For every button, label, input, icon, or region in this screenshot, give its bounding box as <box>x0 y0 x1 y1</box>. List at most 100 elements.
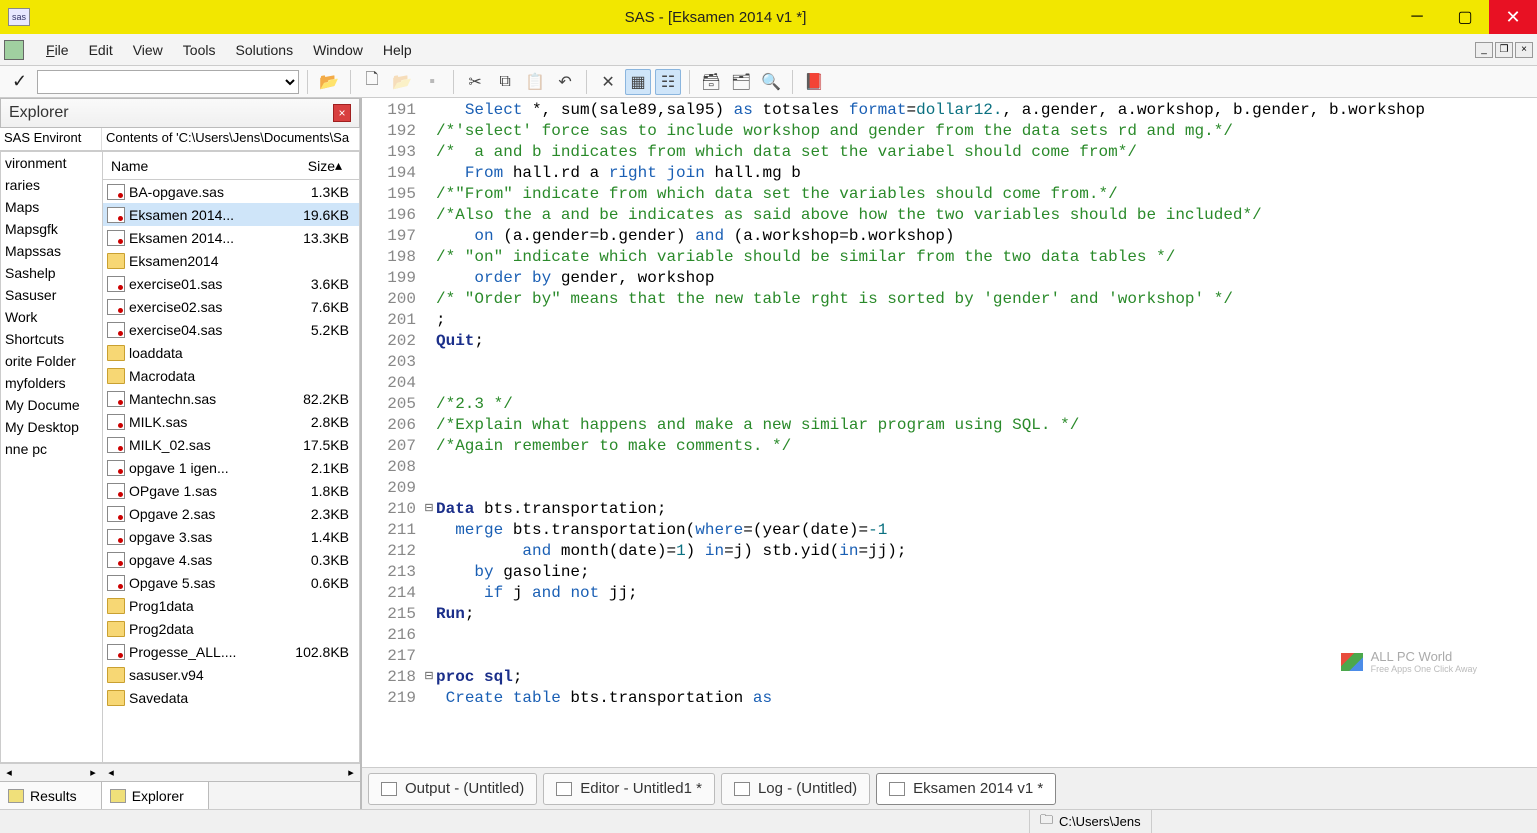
tree-item[interactable]: raries <box>1 174 102 196</box>
file-row[interactable]: exercise04.sas5.2KB <box>103 318 359 341</box>
panel-tab-explorer[interactable]: Explorer <box>102 782 209 809</box>
copy-icon[interactable]: ⧉ <box>492 69 518 95</box>
menu-help[interactable]: Help <box>373 38 422 62</box>
open-folder-icon[interactable]: 📂 <box>316 69 342 95</box>
code-line[interactable]: 198/* "on" indicate which variable shoul… <box>362 247 1537 268</box>
code-line[interactable]: 195/*"From" indicate from which data set… <box>362 184 1537 205</box>
code-line[interactable]: 209 <box>362 478 1537 499</box>
code-line[interactable]: 218⊟proc sql; <box>362 667 1537 688</box>
file-row[interactable]: BA-opgave.sas1.3KB <box>103 180 359 203</box>
tree-item[interactable]: myfolders <box>1 372 102 394</box>
code-line[interactable]: 192/*'select' force sas to include works… <box>362 121 1537 142</box>
file-row[interactable]: Progesse_ALL....102.8KB <box>103 640 359 663</box>
editor-tab[interactable]: Editor - Untitled1 * <box>543 773 715 805</box>
code-line[interactable]: 210⊟Data bts.transportation; <box>362 499 1537 520</box>
help-book-icon[interactable]: 📕 <box>801 69 827 95</box>
file-row[interactable]: Eksamen 2014...13.3KB <box>103 226 359 249</box>
tree-view-icon[interactable]: ☷ <box>655 69 681 95</box>
command-combo[interactable] <box>37 70 299 94</box>
code-line[interactable]: 196/*Also the a and be indicates as said… <box>362 205 1537 226</box>
file-row[interactable]: opgave 1 igen...2.1KB <box>103 456 359 479</box>
code-line[interactable]: 219 Create table bts.transportation as <box>362 688 1537 709</box>
hscroll-right-icon[interactable]: ▸ <box>342 766 360 779</box>
code-line[interactable]: 208 <box>362 457 1537 478</box>
file-row[interactable]: Opgave 5.sas0.6KB <box>103 571 359 594</box>
editor-tab[interactable]: Output - (Untitled) <box>368 773 537 805</box>
file-row[interactable]: Mantechn.sas82.2KB <box>103 387 359 410</box>
code-line[interactable]: 204 <box>362 373 1537 394</box>
editor-tab[interactable]: Eksamen 2014 v1 * <box>876 773 1056 805</box>
file-row[interactable]: Prog2data <box>103 617 359 640</box>
cut-icon[interactable]: ✂ <box>462 69 488 95</box>
hscroll-left-icon[interactable]: ◂ <box>102 766 120 779</box>
menu-solutions[interactable]: Solutions <box>225 38 303 62</box>
menu-tools[interactable]: Tools <box>173 38 226 62</box>
file-row[interactable]: Savedata <box>103 686 359 709</box>
mdi-restore-button[interactable]: ❐ <box>1495 42 1513 58</box>
col-size[interactable]: Size <box>263 158 335 174</box>
submit-check-icon[interactable]: ✓ <box>6 71 33 92</box>
tree-item[interactable]: vironment <box>1 152 102 174</box>
code-line[interactable]: 214 if j and not jj; <box>362 583 1537 604</box>
close-button[interactable]: ✕ <box>1489 0 1537 34</box>
file-row[interactable]: Eksamen2014 <box>103 249 359 272</box>
maximize-button[interactable]: ▢ <box>1441 0 1489 34</box>
code-line[interactable]: 201; <box>362 310 1537 331</box>
code-line[interactable]: 213 by gasoline; <box>362 562 1537 583</box>
file-row[interactable]: Opgave 2.sas2.3KB <box>103 502 359 525</box>
new-file-icon[interactable]: 🗋 <box>359 69 385 95</box>
file-row[interactable]: exercise02.sas7.6KB <box>103 295 359 318</box>
tree-item[interactable]: nne pc <box>1 438 102 460</box>
file-row[interactable]: sasuser.v94 <box>103 663 359 686</box>
explorer-toggle-icon[interactable]: 🗂 <box>728 69 754 95</box>
menu-file[interactable]: File <box>36 38 79 62</box>
scroll-up-icon[interactable]: ▴ <box>335 157 351 174</box>
file-row[interactable]: loaddata <box>103 341 359 364</box>
undo-icon[interactable]: ↶ <box>552 69 578 95</box>
code-line[interactable]: 202Quit; <box>362 331 1537 352</box>
code-line[interactable]: 215Run; <box>362 604 1537 625</box>
code-line[interactable]: 194 From hall.rd a right join hall.mg b <box>362 163 1537 184</box>
tree-item[interactable]: Sasuser <box>1 284 102 306</box>
file-row[interactable]: OPgave 1.sas1.8KB <box>103 479 359 502</box>
paste-icon[interactable]: 📋 <box>522 69 548 95</box>
code-line[interactable]: 216 <box>362 625 1537 646</box>
hscroll-right-icon[interactable]: ▸ <box>84 766 102 779</box>
tree-item[interactable]: Shortcuts <box>1 328 102 350</box>
clear-icon[interactable]: ✕ <box>595 69 621 95</box>
file-row[interactable]: Macrodata <box>103 364 359 387</box>
mdi-close-button[interactable]: × <box>1515 42 1533 58</box>
panel-tab-results[interactable]: Results <box>0 782 102 809</box>
code-line[interactable]: 199 order by gender, workshop <box>362 268 1537 289</box>
file-row[interactable]: MILK.sas2.8KB <box>103 410 359 433</box>
minimize-button[interactable]: ─ <box>1393 0 1441 34</box>
col-name[interactable]: Name <box>111 158 263 174</box>
editor-tab[interactable]: Log - (Untitled) <box>721 773 870 805</box>
open-icon[interactable]: 📂 <box>389 69 415 95</box>
tree-item[interactable]: My Desktop <box>1 416 102 438</box>
tree-item[interactable]: orite Folder <box>1 350 102 372</box>
menu-edit[interactable]: Edit <box>79 38 123 62</box>
explorer-close-icon[interactable]: × <box>333 104 351 122</box>
find-icon[interactable]: 🔍 <box>758 69 784 95</box>
code-line[interactable]: 212 and month(date)=1) in=j) stb.yid(in=… <box>362 541 1537 562</box>
menu-view[interactable]: View <box>123 38 173 62</box>
file-row[interactable]: Eksamen 2014...19.6KB <box>103 203 359 226</box>
file-row[interactable]: MILK_02.sas17.5KB <box>103 433 359 456</box>
file-row[interactable]: Prog1data <box>103 594 359 617</box>
hscroll-left-icon[interactable]: ◂ <box>0 766 18 779</box>
code-line[interactable]: 207/*Again remember to make comments. */ <box>362 436 1537 457</box>
env-tree-list[interactable]: vironmentrariesMapsMapsgfkMapssasSashelp… <box>1 152 103 762</box>
tree-item[interactable]: Work <box>1 306 102 328</box>
save-icon[interactable]: ▪ <box>419 69 445 95</box>
code-line[interactable]: 200/* "Order by" means that the new tabl… <box>362 289 1537 310</box>
code-line[interactable]: 211 merge bts.transportation(where=(year… <box>362 520 1537 541</box>
code-line[interactable]: 217 <box>362 646 1537 667</box>
grid-view-icon[interactable]: ▦ <box>625 69 651 95</box>
code-line[interactable]: 206/*Explain what happens and make a new… <box>362 415 1537 436</box>
file-row[interactable]: exercise01.sas3.6KB <box>103 272 359 295</box>
code-line[interactable]: 205/*2.3 */ <box>362 394 1537 415</box>
file-list-header[interactable]: Name Size ▴ <box>103 152 359 180</box>
mdi-minimize-button[interactable]: _ <box>1475 42 1493 58</box>
code-line[interactable]: 197 on (a.gender=b.gender) and (a.worksh… <box>362 226 1537 247</box>
